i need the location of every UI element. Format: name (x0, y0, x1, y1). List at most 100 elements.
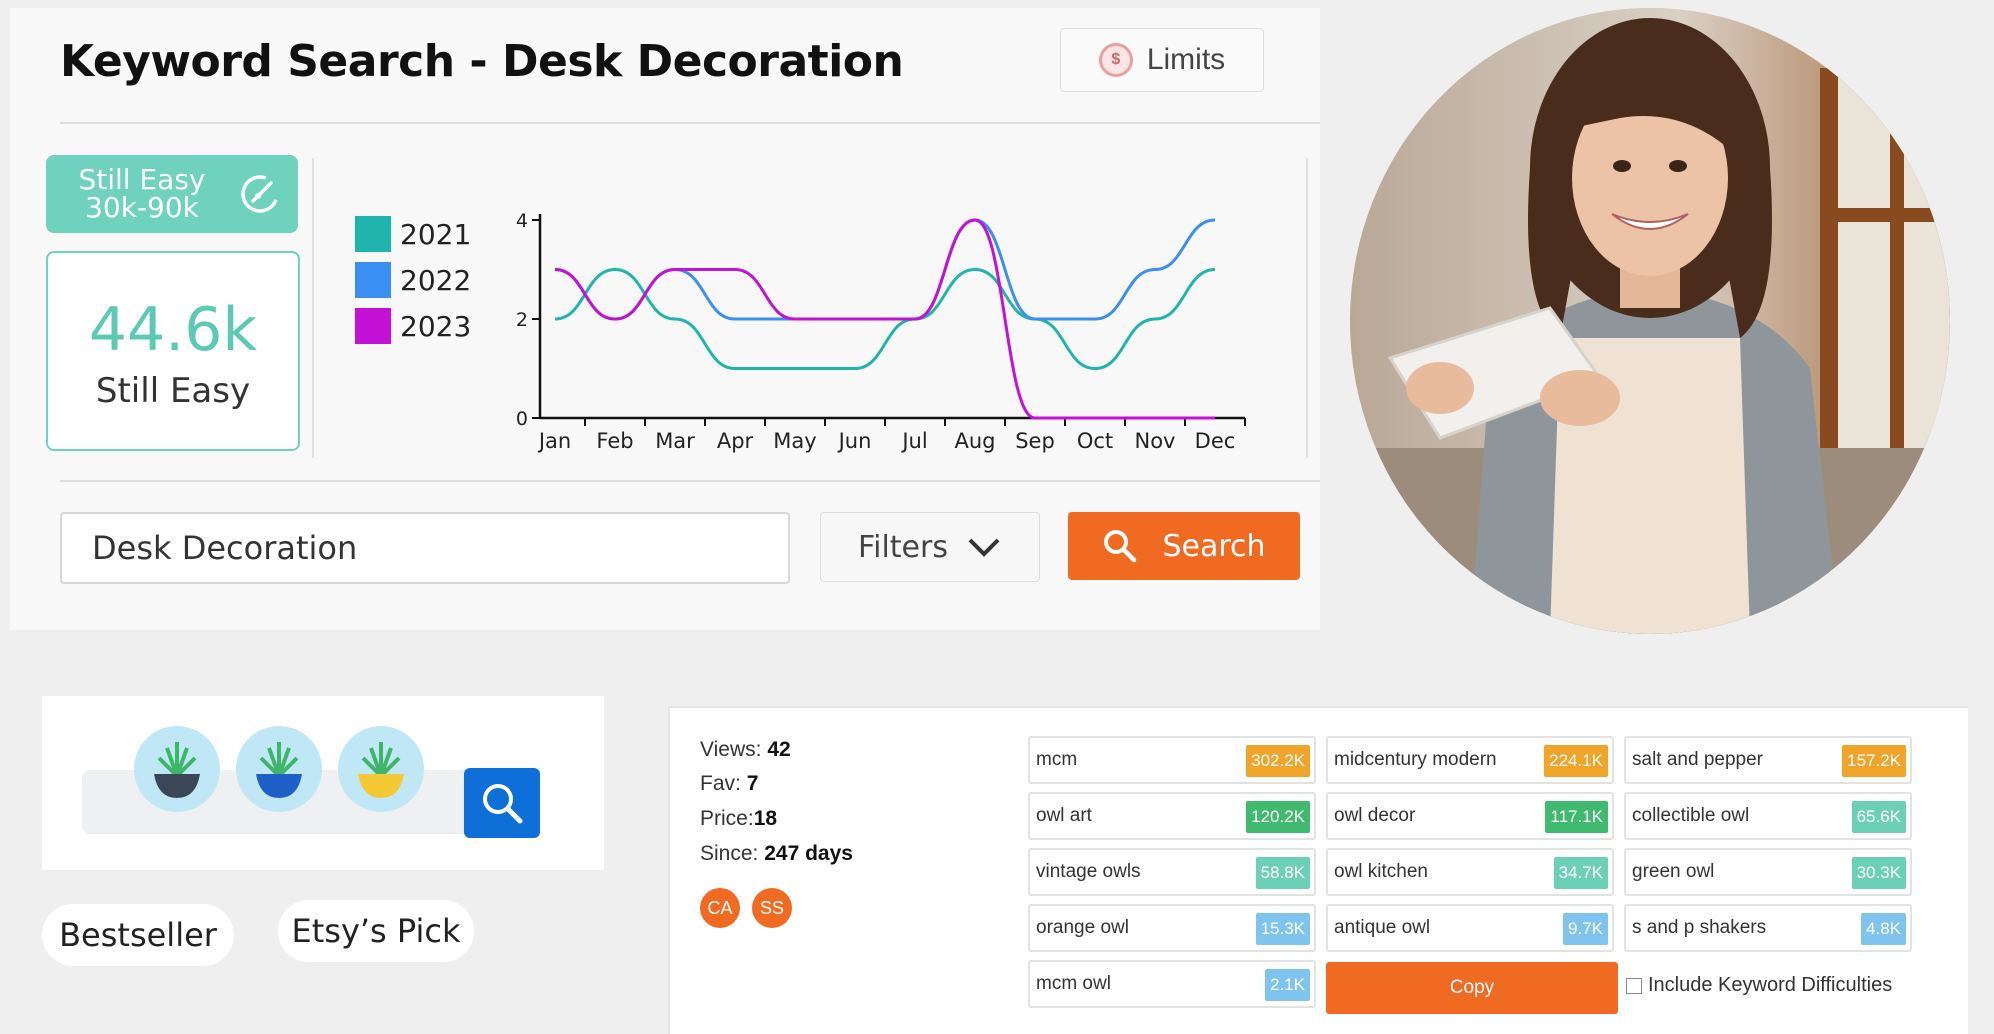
keyword-tag-label: antique owl (1334, 917, 1431, 938)
difficulty-badge-line2: 30k-90k (85, 191, 199, 224)
price-stat: Price:18 (700, 807, 778, 830)
listing-details-panel: Views: 42 Fav: 7 Price:18 Since: 247 day… (668, 706, 1968, 1034)
series-line-2023 (554, 218, 1215, 420)
x-tick-label: Apr (717, 429, 754, 453)
x-tick-label: Feb (596, 429, 633, 453)
chevron-down-icon (968, 538, 1000, 557)
bestseller-badge: Bestseller (42, 904, 234, 966)
x-tick-label: Dec (1195, 429, 1236, 453)
keyword-tag[interactable]: midcentury modern 224.1K (1326, 736, 1614, 784)
search-volume-card: 44.6k Still Easy (46, 251, 300, 451)
header-divider (60, 122, 1320, 124)
keyword-tag[interactable]: antique owl 9.7K (1326, 904, 1614, 952)
keyword-tag[interactable]: owl decor 117.1K (1326, 792, 1614, 840)
x-tick-label: Jun (837, 429, 872, 453)
legend-swatch-2022 (355, 262, 391, 298)
page-title: Keyword Search - Desk Decoration (60, 36, 904, 87)
keyword-tag[interactable]: vintage owls 58.8K (1028, 848, 1316, 896)
include-keyword-difficulties-checkbox[interactable]: Include Keyword Difficulties (1626, 974, 1892, 997)
keyword-tag-count: 15.3K (1255, 913, 1310, 945)
keyword-tag-label: midcentury modern (1334, 749, 1497, 770)
vertical-divider-right (1306, 158, 1308, 458)
difficulty-badge: Still Easy 30k-90k (46, 155, 298, 233)
keyword-tag-label: mcm owl (1036, 973, 1111, 994)
coin-icon: $ (1098, 43, 1133, 77)
legend-label-2021: 2021 (400, 218, 471, 251)
keyword-tag[interactable]: mcm owl 2.1K (1028, 960, 1316, 1008)
keyword-tag-count: 65.6K (1851, 801, 1906, 833)
limits-button[interactable]: $ Limits (1060, 28, 1264, 92)
keyword-tag-count: 120.2K (1246, 801, 1310, 833)
search-icon (483, 784, 523, 824)
shop-badge-ca[interactable]: CA (700, 888, 740, 928)
keyword-tag-label: green owl (1632, 861, 1715, 882)
keyword-tag-label: collectible owl (1632, 805, 1750, 826)
search-volume-label: Still Easy (95, 371, 251, 411)
keyword-tag-count: 224.1K (1544, 745, 1608, 777)
keyword-tag-count: 30.3K (1851, 857, 1906, 889)
filters-button[interactable]: Filters (820, 512, 1040, 582)
keyword-tag-label: owl art (1036, 805, 1092, 826)
x-tick-label: Jan (537, 429, 571, 453)
keyword-tag-label: mcm (1036, 749, 1078, 770)
y-tick-label: 2 (516, 309, 528, 331)
plant-icon (236, 726, 322, 812)
x-tick-label: Nov (1135, 429, 1176, 453)
legend-swatch-2021 (355, 216, 391, 252)
keyword-tag-label: s and p shakers (1632, 917, 1767, 938)
keyword-tag[interactable]: orange owl 15.3K (1028, 904, 1316, 952)
keyword-tag-count: 58.8K (1255, 857, 1310, 889)
search-button[interactable]: Search (1068, 512, 1300, 580)
keyword-tag[interactable]: salt and pepper 157.2K (1624, 736, 1912, 784)
filters-label: Filters (858, 529, 948, 565)
series-line-2022 (554, 218, 1216, 321)
plant-icon (134, 726, 220, 812)
keyword-tag-label: owl kitchen (1334, 861, 1428, 882)
search-volume-value: 44.6k (88, 295, 258, 365)
keyword-search-panel: Keyword Search - Desk Decoration $ Limit… (10, 8, 1320, 630)
keyword-tag-count: 117.1K (1545, 801, 1608, 833)
difficulty-badge-text: Still Easy 30k-90k (46, 166, 238, 222)
keyword-tag[interactable]: owl kitchen 34.7K (1326, 848, 1614, 896)
x-tick-label: Mar (655, 429, 695, 453)
keyword-tag[interactable]: owl art 120.2K (1028, 792, 1316, 840)
etsy-pick-badge: Etsy’s Pick (278, 900, 474, 962)
keyword-tag[interactable]: green owl 30.3K (1624, 848, 1912, 896)
keyword-tag[interactable]: s and p shakers 4.8K (1624, 904, 1912, 952)
seller-photo (1350, 8, 1950, 634)
difficulty-badge-line1: Still Easy (78, 163, 206, 196)
since-stat: Since: 247 days (700, 842, 853, 865)
keyword-tag-count: 4.8K (1861, 913, 1906, 945)
search-icon (1104, 530, 1137, 563)
illustration-search-button (464, 768, 540, 838)
monthly-trend-chart: 2021 2022 2023 0 2 4 Jan Feb Mar Apr May Jun Jul Aug S… (355, 210, 1246, 453)
copy-button[interactable]: Copy (1326, 962, 1618, 1014)
keyword-tag-label: vintage owls (1036, 861, 1141, 882)
keyword-tag[interactable]: mcm 302.2K (1028, 736, 1316, 784)
vertical-divider (312, 158, 314, 458)
x-tick-label: Aug (954, 429, 995, 453)
x-tick-label: Oct (1077, 429, 1113, 453)
shop-badge-ss[interactable]: SS (752, 888, 792, 928)
include-kd-label: Include Keyword Difficulties (1648, 974, 1893, 996)
limits-label: Limits (1146, 43, 1226, 76)
legend-swatch-2023 (355, 308, 391, 344)
chart-divider (60, 480, 1320, 482)
gauge-icon (241, 175, 279, 213)
keyword-tag-count: 9.7K (1563, 913, 1608, 945)
fav-stat: Fav: 7 (700, 772, 759, 795)
plant-icon (338, 726, 424, 812)
keyword-search-input[interactable] (60, 512, 790, 584)
legend-label-2023: 2023 (400, 310, 471, 343)
y-tick-label: 4 (516, 210, 528, 232)
keyword-tag[interactable]: collectible owl 65.6K (1624, 792, 1912, 840)
search-illustration (42, 696, 604, 870)
keyword-tag-count: 2.1K (1265, 969, 1310, 1001)
keyword-tag-count: 34.7K (1553, 857, 1608, 889)
checkbox-box[interactable] (1626, 977, 1642, 994)
x-tick-label: Sep (1015, 429, 1055, 453)
y-tick-label: 0 (516, 408, 528, 430)
views-stat: Views: 42 (700, 738, 791, 761)
keyword-tag-label: orange owl (1036, 917, 1129, 938)
keyword-tag-label: owl decor (1334, 805, 1416, 826)
